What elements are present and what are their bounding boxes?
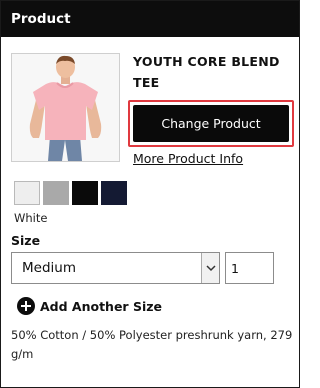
color-swatch-white[interactable] — [14, 181, 40, 205]
size-select[interactable]: Medium — [11, 252, 220, 284]
product-image — [11, 53, 120, 162]
chevron-down-icon[interactable] — [201, 253, 219, 283]
product-description: 50% Cotton / 50% Polyester preshrunk yar… — [11, 328, 293, 361]
product-panel: Product YOUTH CORE BLEND TEE Change Prod… — [0, 0, 300, 388]
color-swatch-black[interactable] — [72, 181, 98, 205]
plus-circle-icon — [17, 297, 35, 315]
selected-color-name: White — [14, 211, 48, 225]
quantity-input[interactable] — [225, 252, 274, 284]
tshirt-model-illustration — [12, 54, 119, 161]
color-swatch-navy[interactable] — [101, 181, 127, 205]
add-another-size-label: Add Another Size — [40, 298, 162, 314]
add-another-size-button[interactable]: Add Another Size — [17, 295, 162, 317]
more-product-info-link[interactable]: More Product Info — [133, 151, 243, 166]
color-swatch-gray[interactable] — [43, 181, 69, 205]
change-product-highlight: Change Product — [128, 100, 294, 147]
size-select-value: Medium — [22, 260, 76, 276]
size-label: Size — [11, 233, 41, 248]
change-product-button[interactable]: Change Product — [133, 105, 289, 142]
panel-title: Product — [1, 1, 299, 37]
product-name: YOUTH CORE BLEND TEE — [133, 54, 280, 90]
